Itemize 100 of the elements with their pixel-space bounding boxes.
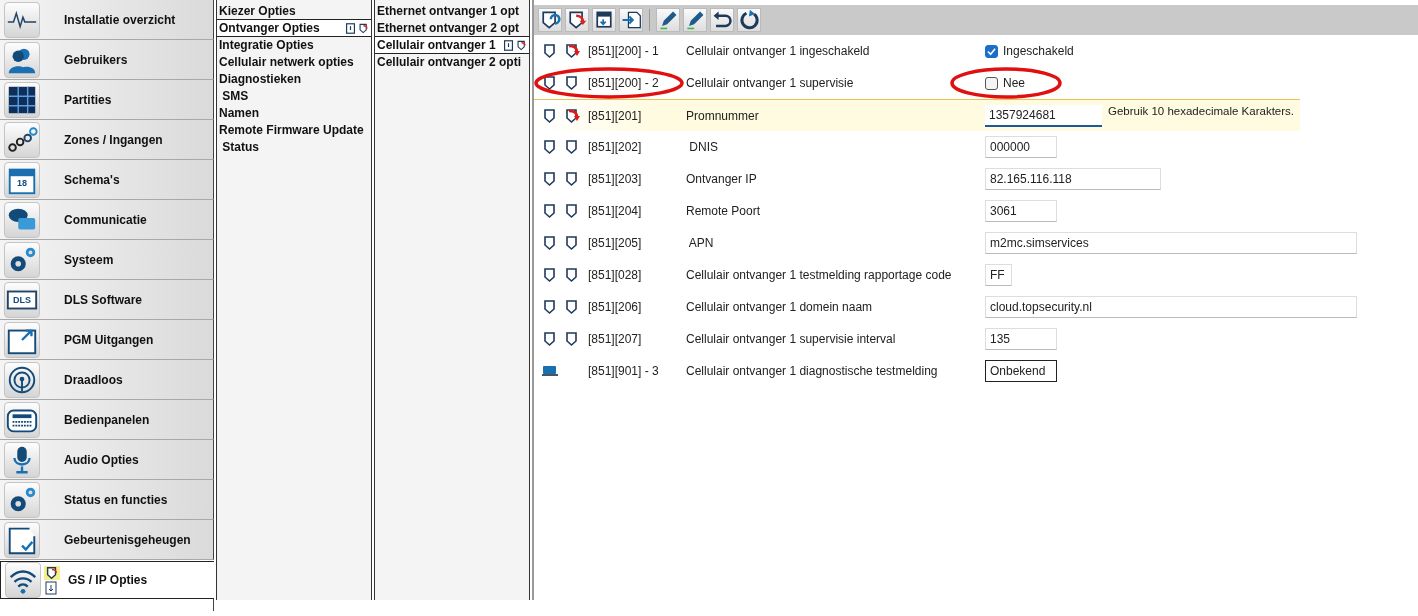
nav-item[interactable]: GS / IP Opties [0, 561, 214, 599]
setting-row[interactable]: [851][028] Cellulair ontvanger 1 testmelding rapportage code FF [534, 259, 1418, 291]
computer-icon [542, 365, 558, 377]
nav-item[interactable]: Gebruikers [0, 40, 214, 80]
microphone-icon [4, 441, 40, 478]
list-item[interactable]: Status [217, 138, 371, 156]
list-item[interactable]: Remote Firmware Update [217, 121, 371, 139]
list-item[interactable]: Kiezer Opties [217, 2, 371, 20]
input-field[interactable]: 1357924681 [985, 104, 1102, 127]
parameter-code: [851][202] [588, 140, 643, 154]
input-field[interactable]: cloud.topsecurity.nl [985, 296, 1357, 318]
shield-arrow-icon [358, 22, 369, 34]
nav-item[interactable]: Installatie overzicht [0, 0, 214, 40]
list-item[interactable]: Cellulair ontvanger 1 [375, 36, 529, 54]
nav-item[interactable]: Status en functies [0, 480, 214, 520]
nav-item[interactable]: Draadloos [0, 360, 214, 400]
nav-item[interactable]: Gebeurtenisgeheugen [0, 520, 214, 560]
list-item[interactable]: Diagnostieken [217, 70, 371, 88]
shield-icon [542, 43, 558, 59]
pulse-icon [4, 1, 40, 38]
nav-label: GS / IP Opties [68, 573, 148, 587]
setting-row[interactable]: [851][201] Promnummer 1357924681 Gebruik 10 hexadecimale Karakters. [534, 99, 1300, 131]
parameter-code: [851][028] [588, 268, 643, 282]
checklist-icon [4, 521, 40, 558]
list-item[interactable]: Ontvanger Opties [217, 19, 371, 37]
input-field[interactable]: 135 [985, 328, 1057, 350]
shield-arrow-icon [516, 39, 527, 51]
parameter-code: [851][203] [588, 172, 643, 186]
undo-button[interactable] [710, 8, 734, 32]
nav-label: Audio Opties [64, 452, 139, 467]
parameter-label: Cellulair ontvanger 1 ingeschakeld [686, 44, 871, 58]
input-field[interactable]: 82.165.116.118 [985, 168, 1161, 190]
list-item[interactable]: Ethernet ontvanger 2 opt [375, 19, 529, 37]
gears-icon [4, 481, 40, 518]
parameter-label: Cellulair ontvanger 1 supervisie interval [686, 332, 897, 346]
checkbox-label[interactable]: Nee [1003, 76, 1025, 90]
nav-label: Partities [64, 92, 112, 107]
shield-icon [542, 331, 558, 347]
nav-item[interactable]: 18 Schema's [0, 160, 214, 200]
nav-label: DLS Software [64, 292, 142, 307]
nav-item[interactable]: Bedienpanelen [0, 400, 214, 440]
parameter-label: Remote Poort [686, 204, 762, 218]
nav-item[interactable]: DLS DLS Software [0, 280, 214, 320]
setting-row[interactable]: [851][202] DNIS 000000 [534, 131, 1418, 163]
shield-icon [542, 203, 558, 219]
nav-item[interactable]: Communicatie [0, 200, 214, 240]
shield-icon [542, 139, 558, 155]
nav-item[interactable]: Systeem [0, 240, 214, 280]
parameter-label: Cellulair ontvanger 1 testmelding rapportage code [686, 268, 953, 282]
nav-label: Installatie overzicht [64, 12, 176, 27]
parameter-code: [851][201] [588, 108, 643, 123]
input-field[interactable]: 3061 [985, 200, 1057, 222]
icon-label: 18 [17, 177, 27, 188]
parameter-label: Ontvanger IP [686, 172, 758, 186]
nav-item[interactable]: Zones / Ingangen [0, 120, 214, 160]
wifi-icon [5, 562, 41, 598]
checkbox[interactable] [985, 76, 998, 90]
nav-item[interactable]: PGM Uitgangen [0, 320, 214, 360]
setting-row[interactable]: [851][207] Cellulair ontvanger 1 supervisie interval 135 [534, 323, 1418, 355]
nav-label: Schema's [64, 172, 120, 187]
nav-label: Systeem [64, 252, 114, 267]
input-field[interactable]: m2mc.simservices [985, 232, 1357, 254]
nav-label: Bedienpanelen [64, 412, 150, 427]
setting-row[interactable]: [851][205] APN m2mc.simservices [534, 227, 1418, 259]
nav-label: Zones / Ingangen [64, 132, 163, 147]
checkbox-label[interactable]: Ingeschakeld [1003, 44, 1074, 58]
nav-item[interactable]: Audio Opties [0, 440, 214, 480]
list-item[interactable]: SMS [217, 87, 371, 105]
status-field: Onbekend [985, 360, 1057, 382]
shield-icon [542, 171, 558, 187]
nav-item[interactable]: Partities [0, 80, 214, 120]
floppy-button[interactable] [592, 8, 616, 32]
document-arrow-button[interactable] [619, 8, 643, 32]
input-field[interactable]: FF [985, 264, 1012, 286]
shield-icon [542, 75, 558, 91]
setting-row[interactable]: [851][200] - 2 Cellulair ontvanger 1 supervisie Nee [534, 67, 1418, 99]
list-item[interactable]: Integratie Opties [217, 36, 371, 54]
keypad-icon [4, 401, 40, 438]
shield-upload-button[interactable] [565, 8, 589, 32]
shield-download-button[interactable] [538, 8, 562, 32]
list-item[interactable]: Cellulair netwerk opties [217, 53, 371, 71]
setting-row[interactable]: [851][901] - 3 Cellulair ontvanger 1 diagnostische testmelding Onbekend [534, 355, 1418, 387]
pencil-button[interactable] [656, 8, 680, 32]
shield-arrow-icon [44, 565, 60, 580]
refresh-button[interactable] [737, 8, 761, 32]
setting-row[interactable]: [851][206] Cellulair ontvanger 1 domein naam cloud.topsecurity.nl [534, 291, 1418, 323]
parameter-code: [851][200] - 1 [588, 44, 660, 58]
setting-row[interactable]: [851][200] - 1 Cellulair ontvanger 1 ingeschakeld Ingeschakeld [534, 35, 1418, 67]
pencil-button[interactable] [683, 8, 707, 32]
parameter-label: Cellulair ontvanger 1 diagnostische testmelding [686, 364, 939, 378]
gears-icon [4, 241, 40, 278]
list-item[interactable]: Namen [217, 104, 371, 122]
checkbox[interactable] [985, 44, 998, 58]
parameter-code: [851][205] [588, 236, 643, 250]
input-field[interactable]: 000000 [985, 136, 1057, 158]
list-item[interactable]: Cellulair ontvanger 2 opti [375, 53, 529, 71]
list-item[interactable]: Ethernet ontvanger 1 opt [375, 2, 529, 20]
setting-row[interactable]: [851][203] Ontvanger IP 82.165.116.118 [534, 163, 1418, 195]
setting-row[interactable]: [851][204] Remote Poort 3061 [534, 195, 1418, 227]
nav-label: PGM Uitgangen [64, 332, 154, 347]
